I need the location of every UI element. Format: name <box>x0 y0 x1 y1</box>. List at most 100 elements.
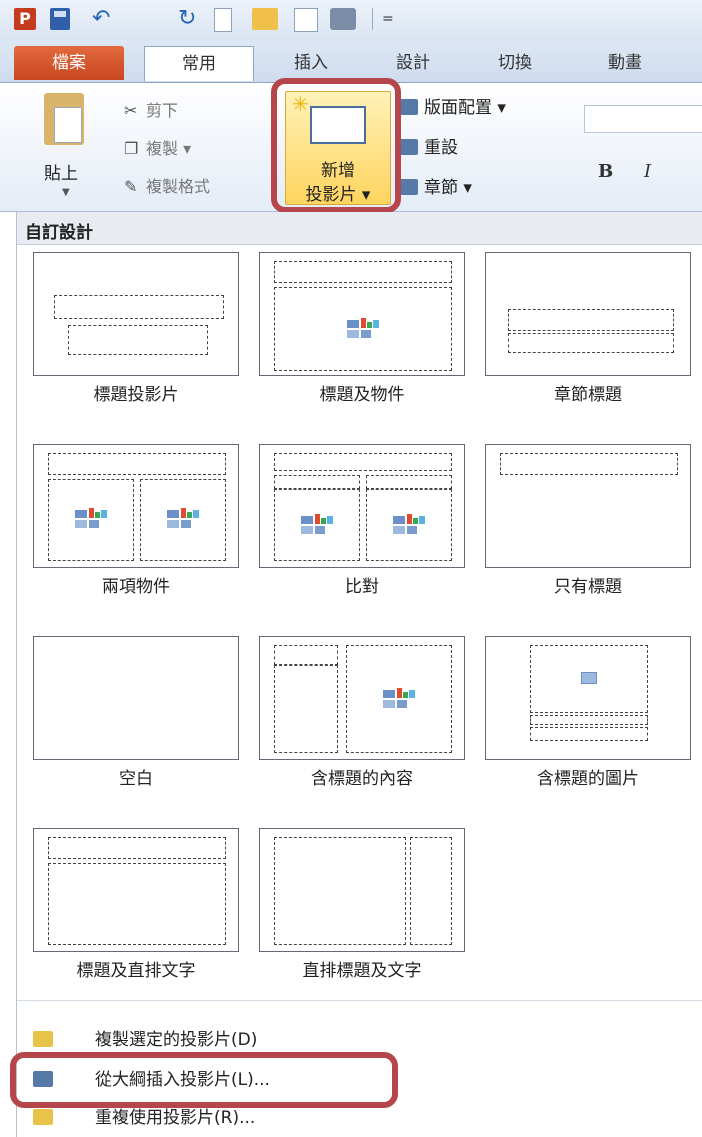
print-preview-icon[interactable] <box>294 8 318 32</box>
undo-icon[interactable]: ↶ <box>92 8 120 30</box>
caption-placeholder <box>274 665 338 753</box>
duplicate-slides-item[interactable]: 複製選定的投影片(D) <box>17 1024 702 1056</box>
save-icon[interactable] <box>50 8 70 30</box>
copy-icon: ❐ <box>124 139 139 158</box>
title-placeholder <box>274 261 452 283</box>
content-placeholder <box>274 287 452 371</box>
layout-title-slide[interactable] <box>33 252 239 376</box>
left-heading-placeholder <box>274 475 360 489</box>
layout-blank[interactable] <box>33 636 239 760</box>
title-placeholder <box>530 715 648 725</box>
copy-dropdown-icon: ▾ <box>178 139 192 158</box>
layout-title-and-vertical-text[interactable] <box>33 828 239 952</box>
content-icons-icon <box>167 508 199 528</box>
left-content-placeholder <box>48 479 134 561</box>
layout-name: 只有標題 <box>554 577 622 597</box>
layout-vertical-title-and-text[interactable] <box>259 828 465 952</box>
paste-button[interactable]: 貼上 <box>44 159 78 184</box>
layout-content-with-caption[interactable] <box>259 636 465 760</box>
italic-button[interactable]: I <box>644 161 651 182</box>
ribbon-home: 貼上 ▼ ✂ 剪下 ❐ 複製 ▾ ✎ 複製格式 ✳ 新增 投影片 ▾ 版面配置 ▾ 重… <box>0 83 702 212</box>
new-slide-button[interactable]: ✳ 新增 投影片 ▾ <box>285 91 391 205</box>
quick-access-toolbar: P ↶ ↻ = <box>0 0 702 40</box>
tab-file[interactable]: 檔案 <box>14 46 124 80</box>
layout-name: 空白 <box>119 769 153 789</box>
ribbon-tab-bar: 檔案 常用 插入 設計 切換 動畫 <box>0 40 702 83</box>
tab-insert[interactable]: 插入 <box>276 46 346 80</box>
layout-name: 直排標題及文字 <box>302 961 422 981</box>
layout-two-content[interactable] <box>33 444 239 568</box>
content-icons-icon <box>383 688 415 708</box>
layout-picture-with-caption[interactable] <box>485 636 691 760</box>
duplicate-slide-icon <box>33 1031 53 1047</box>
layout-name: 章節標題 <box>554 385 622 405</box>
brush-icon: ✎ <box>124 177 138 196</box>
tab-animations[interactable]: 動畫 <box>590 46 660 80</box>
scissors-icon: ✂ <box>124 101 138 120</box>
layout-title-only[interactable] <box>485 444 691 568</box>
powerpoint-logo-icon[interactable]: P <box>14 8 36 30</box>
text-placeholder <box>508 333 674 353</box>
copy-button[interactable]: ❐ 複製 ▾ <box>124 137 191 161</box>
layout-name: 標題投影片 <box>93 385 179 405</box>
subtitle-placeholder <box>68 325 208 355</box>
reuse-slides-item[interactable]: 重複使用投影片(R)... <box>17 1102 702 1134</box>
layout-gallery: 自訂設計 標題投影片 標題及物件 章節標題 兩項物件 比對 只有標題 空白 含標… <box>16 212 702 1137</box>
layout-comparison[interactable] <box>259 444 465 568</box>
outline-icon <box>33 1071 53 1087</box>
open-folder-icon[interactable] <box>252 8 278 30</box>
qat-separator <box>372 8 373 30</box>
reuse-slide-icon <box>33 1109 53 1125</box>
reset-label: 重設 <box>424 138 458 158</box>
title-placeholder <box>274 453 452 471</box>
right-content-placeholder <box>366 489 452 561</box>
customize-qat-icon[interactable]: = <box>382 8 396 30</box>
vertical-text-placeholder <box>274 837 406 945</box>
new-file-icon[interactable] <box>214 8 232 32</box>
picture-placeholder <box>530 645 648 713</box>
format-painter-button[interactable]: ✎ 複製格式 <box>124 175 210 199</box>
layout-name: 標題及物件 <box>319 385 405 405</box>
text-placeholder <box>530 727 648 741</box>
vertical-text-placeholder <box>48 863 226 945</box>
layout-button[interactable]: 版面配置 ▾ <box>396 95 506 121</box>
copy-label: 複製 <box>146 139 179 158</box>
section-button[interactable]: 章節 ▾ <box>396 175 472 201</box>
paste-dropdown-icon[interactable]: ▼ <box>62 187 70 198</box>
reset-icon <box>396 139 418 155</box>
layout-icon <box>396 99 418 115</box>
content-icons-icon <box>75 508 107 528</box>
slides-from-outline-item[interactable]: 從大綱插入投影片(L)... <box>17 1064 702 1096</box>
content-icons-icon <box>393 514 425 534</box>
new-slide-label-line2: 投影片 ▾ <box>305 185 371 205</box>
new-slide-label-line1: 新增 <box>321 161 355 181</box>
layout-name: 比對 <box>345 577 379 597</box>
menu-separator <box>17 1000 702 1001</box>
slide-icon <box>310 106 366 144</box>
cut-button[interactable]: ✂ 剪下 <box>124 99 178 123</box>
reuse-slides-label: 重複使用投影片(R)... <box>95 1108 256 1128</box>
gallery-title: 自訂設計 <box>25 223 93 243</box>
tab-transitions[interactable]: 切換 <box>480 46 550 80</box>
content-icons-icon <box>347 318 379 338</box>
title-placeholder <box>500 453 678 475</box>
redo-icon[interactable]: ↻ <box>178 8 202 30</box>
print-icon[interactable] <box>330 8 356 30</box>
title-placeholder <box>48 453 226 475</box>
tab-design[interactable]: 設計 <box>378 46 448 80</box>
reset-button[interactable]: 重設 <box>396 135 458 161</box>
layout-name: 兩項物件 <box>102 577 170 597</box>
format-painter-label: 複製格式 <box>146 177 211 196</box>
content-placeholder <box>346 645 452 753</box>
layout-section-header[interactable] <box>485 252 691 376</box>
right-heading-placeholder <box>366 475 452 489</box>
picture-icon <box>581 672 597 684</box>
font-name-combobox[interactable] <box>584 105 702 133</box>
paste-icon[interactable] <box>44 93 84 145</box>
bold-button[interactable]: B <box>598 161 613 182</box>
slides-from-outline-label: 從大綱插入投影片(L)... <box>95 1070 270 1090</box>
layout-title-and-content[interactable] <box>259 252 465 376</box>
right-content-placeholder <box>140 479 226 561</box>
cut-label: 剪下 <box>146 101 179 120</box>
tab-home[interactable]: 常用 <box>144 46 254 81</box>
